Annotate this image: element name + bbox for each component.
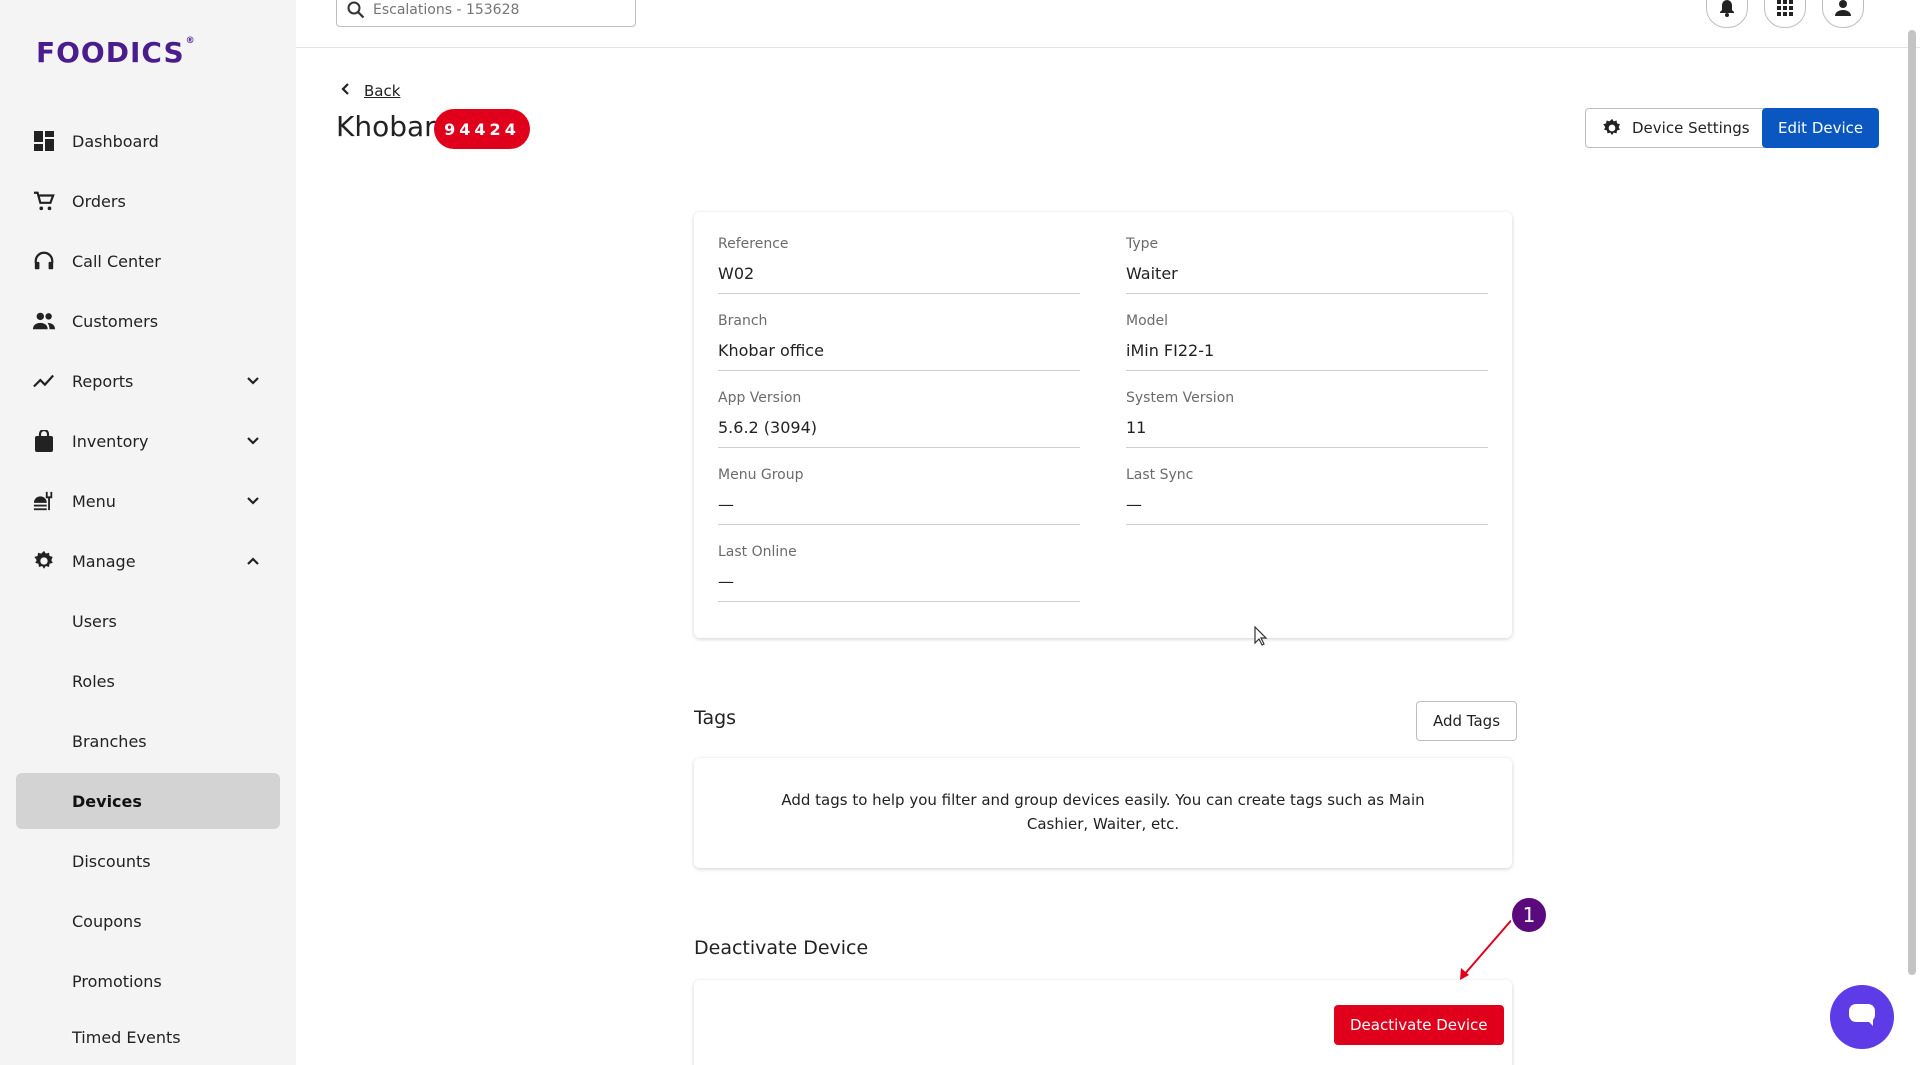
bell-icon — [1719, 0, 1735, 21]
field-label: Menu Group — [718, 467, 804, 483]
branch-field: Branch Khobar office — [718, 313, 1080, 371]
device-settings-label: Device Settings — [1632, 119, 1750, 137]
top-bar — [296, 0, 1920, 48]
page-title: Khobar — [336, 110, 436, 143]
gear-icon — [32, 549, 56, 573]
field-label: Type — [1126, 236, 1159, 252]
sidebar-item-reports[interactable]: Reports — [16, 353, 280, 409]
search-input[interactable] — [373, 1, 613, 18]
sidebar-item-menu[interactable]: Menu — [16, 473, 280, 529]
sidebar-item-users[interactable]: Users — [16, 593, 280, 649]
search-icon — [347, 1, 365, 19]
add-tags-button[interactable]: Add Tags — [1416, 701, 1518, 741]
apps-grid-icon — [1777, 0, 1793, 20]
device-settings-button[interactable]: Device Settings — [1585, 108, 1767, 148]
profile-button[interactable] — [1822, 0, 1864, 28]
apps-button[interactable] — [1764, 0, 1806, 28]
edit-device-button[interactable]: Edit Device — [1762, 108, 1880, 148]
sidebar-item-branches[interactable]: Branches — [16, 713, 280, 769]
field-value: Khobar office — [718, 335, 1080, 371]
chevron-up-icon — [246, 551, 260, 570]
last-sync-field: Last Sync — — [1126, 467, 1488, 525]
reference-badge: 94424 — [434, 109, 530, 149]
search-box[interactable] — [336, 0, 636, 27]
menu-icon — [32, 489, 56, 513]
field-value: W02 — [718, 258, 1080, 294]
model-field: Model iMin FI22-1 — [1126, 313, 1488, 371]
step-badge: 1 — [1510, 896, 1548, 934]
sidebar-item-call-center[interactable]: Call Center — [16, 233, 280, 289]
mouse-cursor-icon — [1254, 626, 1268, 646]
field-value: — — [718, 489, 1080, 525]
sidebar-item-manage[interactable]: Manage — [16, 533, 280, 589]
sidebar-item-discounts[interactable]: Discounts — [16, 833, 280, 889]
sidebar-item-label: Customers — [72, 311, 159, 331]
device-details-card: Reference W02 Type Waiter Branch Khobar … — [694, 212, 1512, 638]
cart-icon — [32, 189, 56, 213]
sidebar-item-label: Inventory — [72, 431, 149, 451]
reports-icon — [32, 369, 56, 393]
dashboard-icon — [32, 129, 56, 153]
field-label: System Version — [1126, 390, 1235, 406]
sidebar-item-promotions[interactable]: Promotions — [16, 953, 280, 1009]
field-value: 11 — [1126, 412, 1488, 448]
last-online-field: Last Online — — [718, 544, 1080, 602]
field-label: Model — [1126, 313, 1169, 329]
user-icon — [1835, 0, 1851, 21]
sidebar-item-label: Orders — [72, 191, 126, 211]
sidebar-item-timed-events[interactable]: Timed Events — [16, 1009, 280, 1065]
sidebar-item-label: Call Center — [72, 251, 161, 271]
chat-button[interactable] — [1830, 985, 1894, 1049]
tags-title: Tags — [694, 707, 737, 729]
field-label: Branch — [718, 313, 768, 329]
gear-icon — [1602, 118, 1622, 138]
page-scrollbar[interactable] — [1908, 30, 1916, 975]
headset-icon — [32, 249, 56, 273]
sidebar-item-label: Menu — [72, 491, 116, 511]
sidebar-item-coupons[interactable]: Coupons — [16, 893, 280, 949]
chat-icon — [1847, 1002, 1877, 1032]
system-version-field: System Version 11 — [1126, 390, 1488, 448]
foodics-logo[interactable]: FOODICS® — [36, 36, 196, 69]
tags-card: Add tags to help you filter and group de… — [694, 758, 1512, 868]
type-field: Type Waiter — [1126, 236, 1488, 294]
sidebar: FOODICS® Dashboard Orders Call Center Cu… — [0, 0, 296, 1065]
app-version-field: App Version 5.6.2 (3094) — [718, 390, 1080, 448]
field-label: Last Online — [718, 544, 797, 560]
sidebar-item-dashboard[interactable]: Dashboard — [16, 113, 280, 169]
chevron-left-icon — [340, 82, 350, 100]
chevron-down-icon — [246, 491, 260, 510]
sidebar-item-inventory[interactable]: Inventory — [16, 413, 280, 469]
back-link[interactable]: Back — [340, 82, 400, 100]
field-value: Waiter — [1126, 258, 1488, 294]
deactivate-device-button[interactable]: Deactivate Device — [1334, 1005, 1504, 1045]
sidebar-item-label: Dashboard — [72, 131, 159, 151]
field-value: 5.6.2 (3094) — [718, 412, 1080, 448]
sidebar-item-roles[interactable]: Roles — [16, 653, 280, 709]
inventory-icon — [32, 429, 56, 453]
reference-field: Reference W02 — [718, 236, 1080, 294]
field-label: Reference — [718, 236, 789, 252]
sidebar-item-label: Reports — [72, 371, 134, 391]
customers-icon — [32, 309, 56, 333]
sidebar-item-label: Manage — [72, 551, 136, 571]
notifications-button[interactable] — [1706, 0, 1748, 28]
sidebar-item-devices[interactable]: Devices — [16, 773, 280, 829]
deactivate-card: Deactivate Device — [694, 980, 1512, 1065]
field-label: Last Sync — [1126, 467, 1194, 483]
back-label: Back — [364, 82, 401, 100]
chevron-down-icon — [246, 371, 260, 390]
field-label: App Version — [718, 390, 802, 406]
field-value: iMin FI22-1 — [1126, 335, 1488, 371]
chevron-down-icon — [246, 431, 260, 450]
menu-group-field: Menu Group — — [718, 467, 1080, 525]
sidebar-item-orders[interactable]: Orders — [16, 173, 280, 229]
field-value: — — [718, 566, 1080, 602]
sidebar-item-customers[interactable]: Customers — [16, 293, 280, 349]
deactivate-title: Deactivate Device — [694, 937, 869, 959]
field-value: — — [1126, 489, 1488, 525]
tags-empty-text: Add tags to help you filter and group de… — [781, 791, 1425, 833]
